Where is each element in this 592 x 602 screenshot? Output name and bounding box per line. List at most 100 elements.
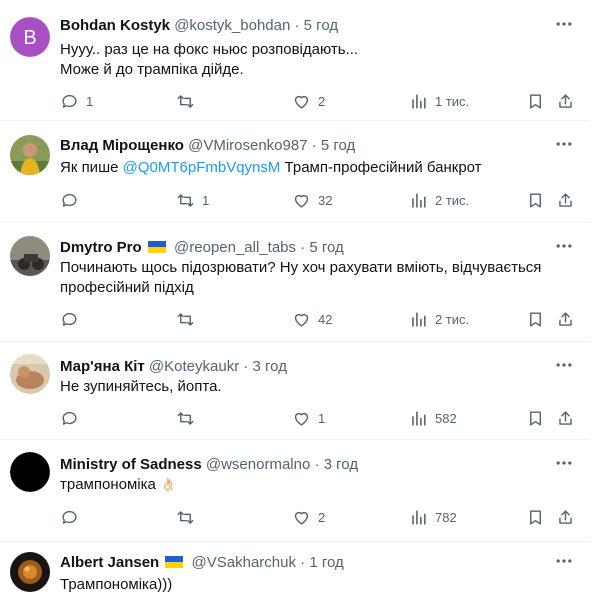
reply-button[interactable] xyxy=(60,408,86,428)
like-icon xyxy=(292,508,311,527)
share-icon xyxy=(556,508,575,527)
author-name[interactable]: Dmytro Pro xyxy=(60,239,142,256)
bookmark-icon xyxy=(526,191,545,210)
retweet-button[interactable] xyxy=(176,408,202,428)
more-icon[interactable] xyxy=(554,355,576,377)
tweet-text-line: професійний підхід xyxy=(60,279,194,296)
separator: · xyxy=(300,239,306,256)
timestamp[interactable]: 5 год xyxy=(309,239,343,256)
author-handle[interactable]: @kostyk_bohdan xyxy=(174,17,290,34)
retweet-button[interactable] xyxy=(176,309,202,329)
tweet[interactable]: Влад Мірощенко @VMirosenko987 · 5 год Як… xyxy=(0,120,590,223)
reply-button[interactable] xyxy=(60,507,86,527)
more-icon[interactable] xyxy=(554,14,576,36)
reply-icon xyxy=(60,92,79,111)
retweet-button[interactable] xyxy=(176,507,202,527)
share-button[interactable] xyxy=(556,408,575,428)
bookmark-button[interactable] xyxy=(526,408,545,428)
separator: · xyxy=(300,554,306,571)
author-name[interactable]: Bohdan Kostyk xyxy=(60,17,170,34)
avatar[interactable] xyxy=(10,452,50,492)
separator: · xyxy=(243,358,249,375)
retweet-icon xyxy=(176,92,195,111)
more-icon[interactable] xyxy=(554,453,576,475)
avatar[interactable] xyxy=(10,135,50,175)
bookmark-button[interactable] xyxy=(526,91,545,111)
timestamp[interactable]: 3 год xyxy=(253,358,287,375)
timestamp[interactable]: 5 год xyxy=(321,137,355,154)
reply-button[interactable]: 1 xyxy=(60,91,93,111)
timestamp[interactable]: 3 год xyxy=(324,456,358,473)
tweet-text-part: Як пише xyxy=(60,159,123,176)
more-icon[interactable] xyxy=(554,236,576,258)
mention-link[interactable]: @Q0MT6pFmbVqynsM xyxy=(123,159,281,176)
views-button[interactable]: 2 тис. xyxy=(409,190,469,210)
action-bar: 1 32 2 тис. xyxy=(60,190,580,212)
views-button[interactable]: 782 xyxy=(409,507,457,527)
like-button[interactable]: 1 xyxy=(292,408,325,428)
avatar-letter: B xyxy=(23,27,36,49)
author-name[interactable]: Albert Jansen xyxy=(60,554,159,571)
bookmark-icon xyxy=(526,409,545,428)
tweet[interactable]: B Bohdan Kostyk @kostyk_bohdan · 5 год Н… xyxy=(0,0,590,121)
action-bar: 2 782 xyxy=(60,507,580,529)
retweet-icon xyxy=(176,409,195,428)
like-count: 42 xyxy=(318,311,333,327)
views-button[interactable]: 2 тис. xyxy=(409,309,469,329)
like-button[interactable]: 2 xyxy=(292,507,325,527)
separator: · xyxy=(294,17,300,34)
avatar[interactable]: B xyxy=(10,17,50,57)
tweet-text-line: трампономіка xyxy=(60,476,156,493)
retweet-count: 1 xyxy=(202,192,210,208)
author-name[interactable]: Мар'яна Кіт xyxy=(60,358,145,375)
views-count: 1 тис. xyxy=(435,93,470,109)
reply-icon xyxy=(60,310,79,329)
author-handle[interactable]: @VMirosenko987 xyxy=(188,137,307,154)
avatar[interactable] xyxy=(10,552,50,592)
retweet-button[interactable]: 1 xyxy=(176,190,209,210)
tweet[interactable]: Dmytro Pro @reopen_all_tabs · 5 год Почи… xyxy=(0,222,590,342)
replies-feed: B Bohdan Kostyk @kostyk_bohdan · 5 год Н… xyxy=(0,0,592,602)
like-count: 2 xyxy=(318,93,326,109)
avatar[interactable] xyxy=(10,236,50,276)
reply-icon xyxy=(60,191,79,210)
share-button[interactable] xyxy=(556,91,575,111)
like-button[interactable]: 42 xyxy=(292,309,332,329)
tweet[interactable]: Мар'яна Кіт @Koteykaukr · 3 год Не зупин… xyxy=(0,341,590,440)
author-handle[interactable]: @Koteykaukr xyxy=(149,358,239,375)
share-button[interactable] xyxy=(556,309,575,329)
tweet-text-part: Трамп-професійний банкрот xyxy=(280,159,482,176)
like-button[interactable]: 2 xyxy=(292,91,325,111)
bookmark-button[interactable] xyxy=(526,309,545,329)
author-name[interactable]: Влад Мірощенко xyxy=(60,137,184,154)
separator: · xyxy=(314,456,320,473)
views-button[interactable]: 1 тис. xyxy=(409,91,469,111)
bookmark-button[interactable] xyxy=(526,507,545,527)
author-handle[interactable]: @wsenormalno xyxy=(206,456,310,473)
retweet-button[interactable] xyxy=(176,91,202,111)
views-count: 2 тис. xyxy=(435,192,470,208)
avatar[interactable] xyxy=(10,354,50,394)
share-button[interactable] xyxy=(556,507,575,527)
share-button[interactable] xyxy=(556,190,575,210)
reply-button[interactable] xyxy=(60,309,86,329)
action-bar: 1 2 1 тис. xyxy=(60,91,580,113)
more-icon[interactable] xyxy=(554,134,576,156)
share-icon xyxy=(556,92,575,111)
views-count: 782 xyxy=(435,509,457,525)
tweet[interactable]: Albert Jansen @VSakharchuk · 1 год Трамп… xyxy=(0,541,590,602)
views-button[interactable]: 582 xyxy=(409,408,457,428)
timestamp[interactable]: 1 год xyxy=(309,554,343,571)
timestamp[interactable]: 5 год xyxy=(304,17,338,34)
tweet[interactable]: Ministry of Sadness @wsenormalno · 3 год… xyxy=(0,439,590,542)
author-handle[interactable]: @VSakharchuk xyxy=(192,554,296,571)
author-handle[interactable]: @reopen_all_tabs xyxy=(174,239,296,256)
reply-button[interactable] xyxy=(60,190,86,210)
share-icon xyxy=(556,191,575,210)
more-icon[interactable] xyxy=(554,551,576,573)
reply-count: 1 xyxy=(86,93,94,109)
like-button[interactable]: 32 xyxy=(292,190,332,210)
like-count: 1 xyxy=(318,410,326,426)
bookmark-button[interactable] xyxy=(526,190,545,210)
author-name[interactable]: Ministry of Sadness xyxy=(60,456,202,473)
